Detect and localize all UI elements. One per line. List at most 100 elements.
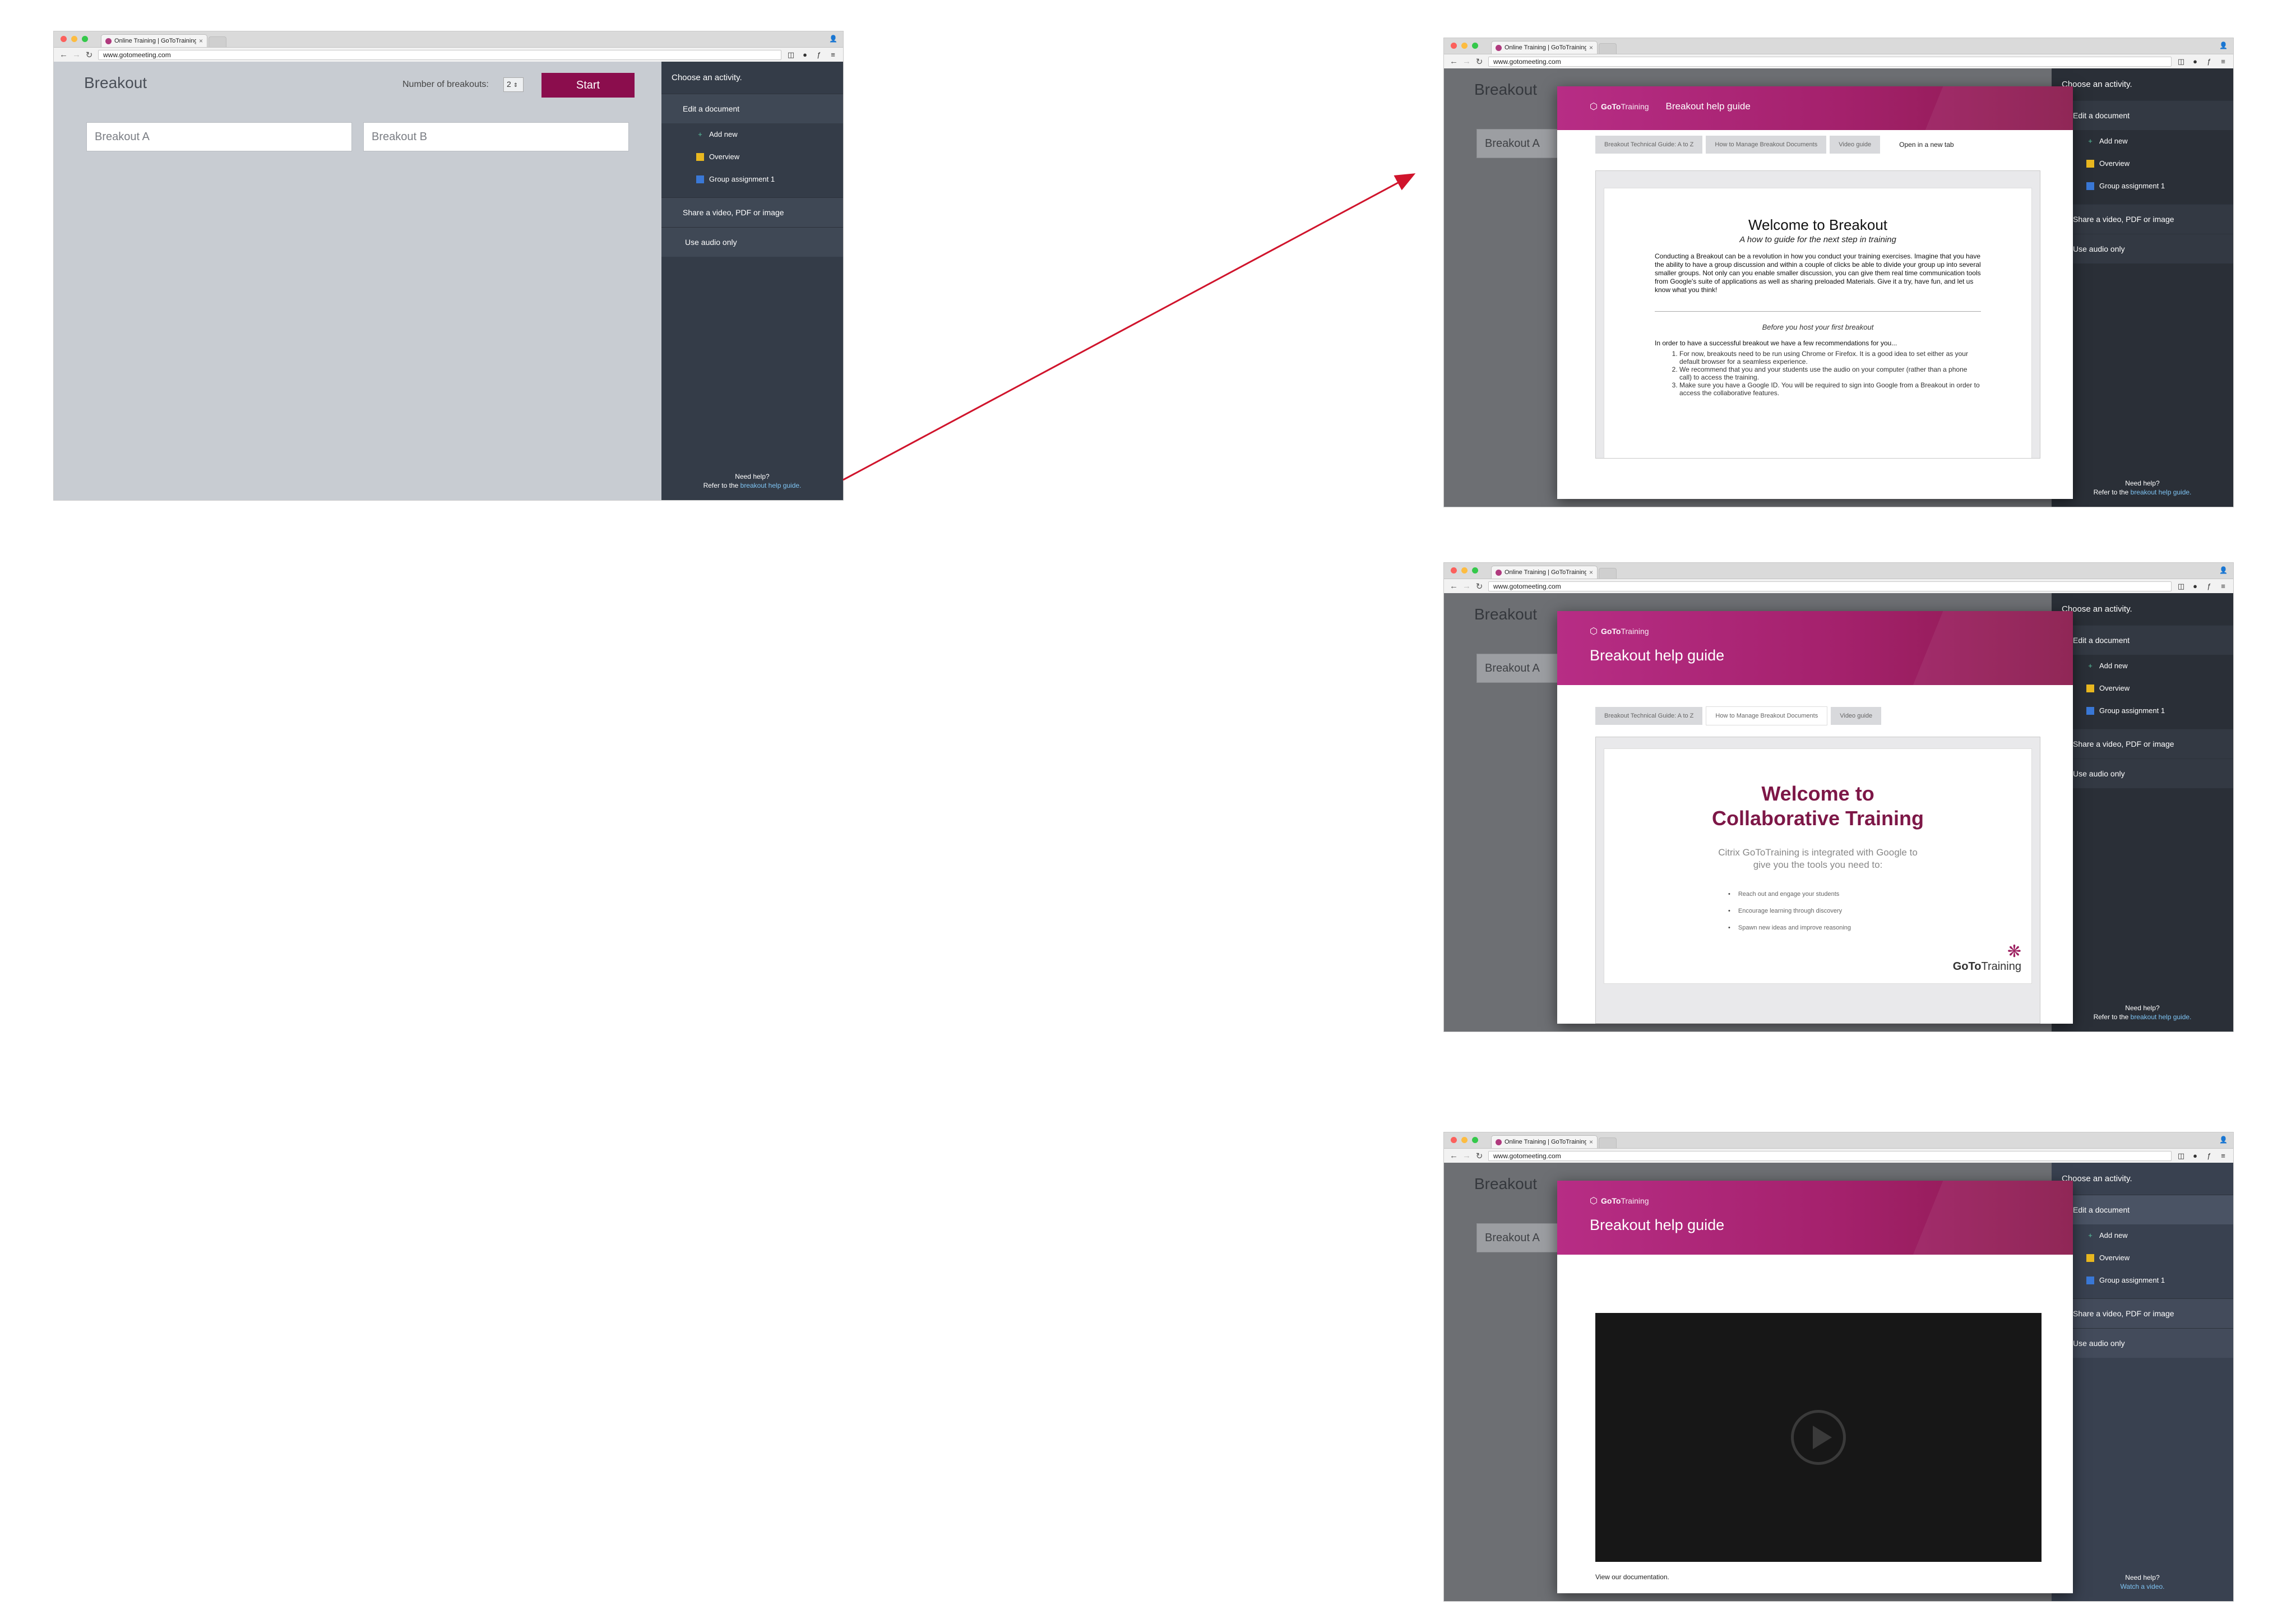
extension-icon[interactable]: ● [2191,57,2200,66]
menu-icon[interactable]: ≡ [828,50,837,59]
minimize-window-button[interactable] [1461,567,1468,574]
pocket-extension-icon[interactable]: ◫ [786,50,795,59]
sidebar-item-add-new[interactable]: + Add new [661,123,843,146]
close-tab-icon[interactable]: × [1589,568,1593,576]
sidebar-item-label: Overview [2099,684,2130,692]
view-documentation-link[interactable]: View our documentation. [1595,1573,1669,1581]
sidebar-item-audio-only[interactable]: Use audio only [661,227,843,257]
profile-icon[interactable]: 👤 [2219,1136,2228,1144]
minimize-window-button[interactable] [71,36,77,42]
forward-arrow-icon[interactable]: → [72,50,81,59]
page-viewport: Breakout Number of breakouts: 2 ⇕ Start … [54,62,843,500]
browser-window-main: Online Training | GoToTraining × 👤 ← → ↻… [54,31,843,500]
divider [1655,311,1981,312]
window-controls [1451,1137,1478,1143]
reload-icon[interactable]: ↻ [1475,57,1483,67]
refer-text: Refer to the [2093,488,2129,496]
pocket-extension-icon[interactable]: ◫ [2177,582,2186,591]
tab-manage-documents[interactable]: How to Manage Breakout Documents [1706,706,1828,725]
close-window-button[interactable] [1451,1137,1457,1143]
close-window-button[interactable] [1451,567,1457,574]
video-player[interactable] [1595,1313,2042,1562]
browser-tab[interactable]: Online Training | GoToTraining × [101,34,207,47]
sidebar-item-overview[interactable]: Overview [661,146,843,168]
help-guide-link[interactable]: breakout help guide. [740,482,802,489]
open-new-tab-link[interactable]: Open in a new tab [1899,141,1954,149]
new-tab-button[interactable] [209,36,226,47]
forward-arrow-icon[interactable]: → [1462,1151,1471,1160]
watch-video-link[interactable]: Watch a video. [2052,1582,2233,1591]
close-tab-icon[interactable]: × [199,37,203,45]
close-tab-icon[interactable]: × [1589,44,1593,52]
browser-tab[interactable]: Online Training | GoToTraining × [1491,41,1598,54]
close-tab-icon[interactable]: × [1589,1138,1593,1146]
profile-icon[interactable]: 👤 [829,35,837,43]
zoom-window-button[interactable] [1472,567,1478,574]
forward-arrow-icon[interactable]: → [1462,57,1471,66]
help-guide-modal: ⬡ GoToTraining Breakout help guide View … [1557,1181,2073,1593]
tab-strip: Online Training | GoToTraining × 👤 [1444,563,2233,579]
tab-technical-guide[interactable]: Breakout Technical Guide: A to Z [1595,136,1703,154]
address-bar[interactable]: www.gotomeeting.com [1488,581,2172,591]
tab-video-guide[interactable]: Video guide [1831,707,1882,725]
slides-icon [696,153,704,161]
address-bar[interactable]: www.gotomeeting.com [1488,1150,2172,1161]
sidebar-item-label: Group assignment 1 [2099,706,2165,715]
new-tab-button[interactable] [1599,1137,1617,1148]
new-tab-button[interactable] [1599,43,1617,54]
document-viewer[interactable]: Welcome to Collaborative Training Citrix … [1595,737,2040,1024]
back-arrow-icon[interactable]: ← [1450,1151,1458,1160]
pocket-extension-icon[interactable]: ◫ [2177,1151,2186,1160]
script-extension-icon[interactable]: ƒ [2205,1151,2214,1160]
menu-icon[interactable]: ≡ [2219,582,2228,590]
back-arrow-icon[interactable]: ← [59,50,68,59]
extension-icon[interactable]: ● [2191,1151,2200,1160]
address-bar[interactable]: www.gotomeeting.com [98,49,781,60]
slides-icon [2086,1254,2094,1262]
sidebar-item-edit-document[interactable]: Edit a document [661,94,843,123]
arrow-line [843,173,1416,481]
reload-icon[interactable]: ↻ [1475,581,1483,591]
menu-icon[interactable]: ≡ [2219,57,2228,66]
brand-name: GoToTraining [1600,1196,1649,1205]
sidebar-item-add-new: + Add new [2052,655,2233,677]
close-window-button[interactable] [61,36,67,42]
document-viewer[interactable]: Welcome to Breakout A how to guide for t… [1595,170,2040,459]
address-bar[interactable]: www.gotomeeting.com [1488,56,2172,67]
tab-video-guide[interactable]: Video guide [1830,136,1881,154]
script-extension-icon[interactable]: ƒ [2205,57,2214,66]
zoom-window-button[interactable] [1472,1137,1478,1143]
tab-manage-documents[interactable]: How to Manage Breakout Documents [1706,136,1827,154]
document-page: Welcome to Breakout A how to guide for t… [1604,188,2032,458]
minimize-window-button[interactable] [1461,43,1468,49]
close-window-button[interactable] [1451,43,1457,49]
sidebar-item-overview: Overview [2052,1247,2233,1269]
menu-icon[interactable]: ≡ [2219,1151,2228,1160]
sidebar-item-share-media[interactable]: Share a video, PDF or image [661,197,843,227]
minimize-window-button[interactable] [1461,1137,1468,1143]
profile-icon[interactable]: 👤 [2219,566,2228,574]
back-arrow-icon[interactable]: ← [1450,57,1458,66]
breakout-b-card[interactable]: Breakout B [363,122,629,151]
sidebar-item-group-assignment[interactable]: Group assignment 1 [661,168,843,191]
extension-icon[interactable]: ● [2191,582,2200,590]
zoom-window-button[interactable] [82,36,88,42]
pocket-extension-icon[interactable]: ◫ [2177,57,2186,66]
browser-tab[interactable]: Online Training | GoToTraining × [1491,566,1598,579]
zoom-window-button[interactable] [1472,43,1478,49]
reload-icon[interactable]: ↻ [85,50,93,60]
start-button[interactable]: Start [541,73,635,98]
tab-technical-guide[interactable]: Breakout Technical Guide: A to Z [1595,707,1703,725]
extension-icon[interactable]: ● [800,50,809,59]
forward-arrow-icon[interactable]: → [1462,581,1471,591]
browser-tab[interactable]: Online Training | GoToTraining × [1491,1135,1598,1148]
breakouts-count-select[interactable]: 2 ⇕ [503,77,524,92]
script-extension-icon[interactable]: ƒ [814,50,823,59]
new-tab-button[interactable] [1599,568,1617,579]
profile-icon[interactable]: 👤 [2219,41,2228,49]
reload-icon[interactable]: ↻ [1475,1151,1483,1161]
play-icon[interactable] [1791,1410,1846,1465]
script-extension-icon[interactable]: ƒ [2205,582,2214,590]
breakout-a-card[interactable]: Breakout A [86,122,352,151]
back-arrow-icon[interactable]: ← [1450,581,1458,591]
